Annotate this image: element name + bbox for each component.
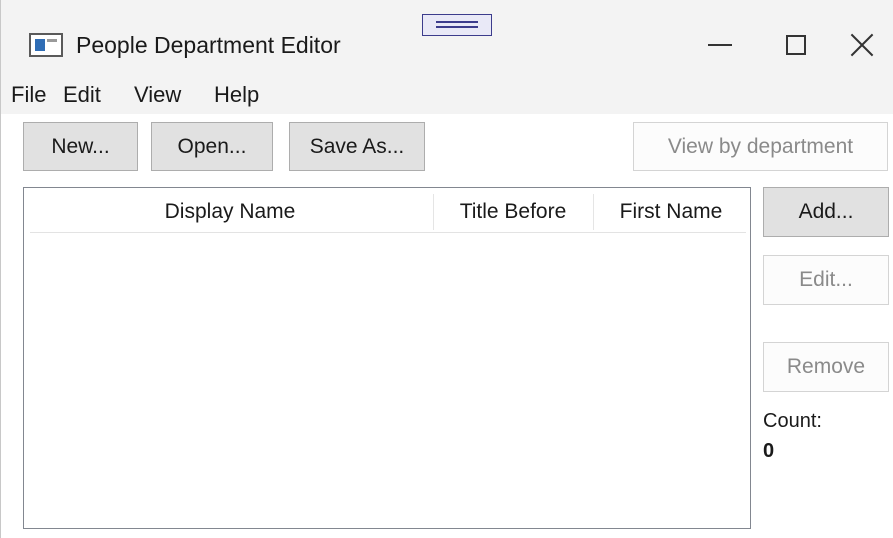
minimize-icon bbox=[708, 44, 732, 46]
menu-bar: File Edit View Help bbox=[1, 74, 893, 114]
open-button[interactable]: Open... bbox=[151, 122, 273, 171]
maximize-icon bbox=[786, 35, 806, 55]
maximize-button[interactable] bbox=[766, 20, 826, 70]
view-by-department-button[interactable]: View by department bbox=[633, 122, 888, 171]
menu-help[interactable]: Help bbox=[214, 82, 259, 108]
list-header: Display Name Title Before First Name bbox=[30, 192, 746, 233]
minimize-button[interactable] bbox=[690, 20, 750, 70]
edit-button[interactable]: Edit... bbox=[763, 255, 889, 305]
count-value: 0 bbox=[763, 440, 775, 462]
window-title: People Department Editor bbox=[76, 32, 341, 58]
close-button[interactable] bbox=[832, 20, 892, 70]
drag-handle-icon[interactable] bbox=[422, 14, 492, 36]
menu-view[interactable]: View bbox=[134, 82, 181, 108]
close-icon bbox=[850, 33, 874, 57]
count-label: Count: bbox=[763, 410, 822, 432]
save-as-button[interactable]: Save As... bbox=[289, 122, 425, 171]
app-window-icon bbox=[29, 33, 63, 57]
app-window: People Department Editor File Edit View … bbox=[0, 0, 893, 538]
new-button[interactable]: New... bbox=[23, 122, 138, 171]
menu-file[interactable]: File bbox=[11, 82, 46, 108]
add-button[interactable]: Add... bbox=[763, 187, 889, 237]
column-header-title-before[interactable]: Title Before bbox=[434, 192, 592, 232]
column-header-first-name[interactable]: First Name bbox=[594, 192, 748, 232]
menu-edit[interactable]: Edit bbox=[63, 82, 101, 108]
column-header-display-name[interactable]: Display Name bbox=[30, 192, 430, 232]
remove-button[interactable]: Remove bbox=[763, 342, 889, 392]
people-list[interactable]: Display Name Title Before First Name bbox=[23, 187, 751, 529]
